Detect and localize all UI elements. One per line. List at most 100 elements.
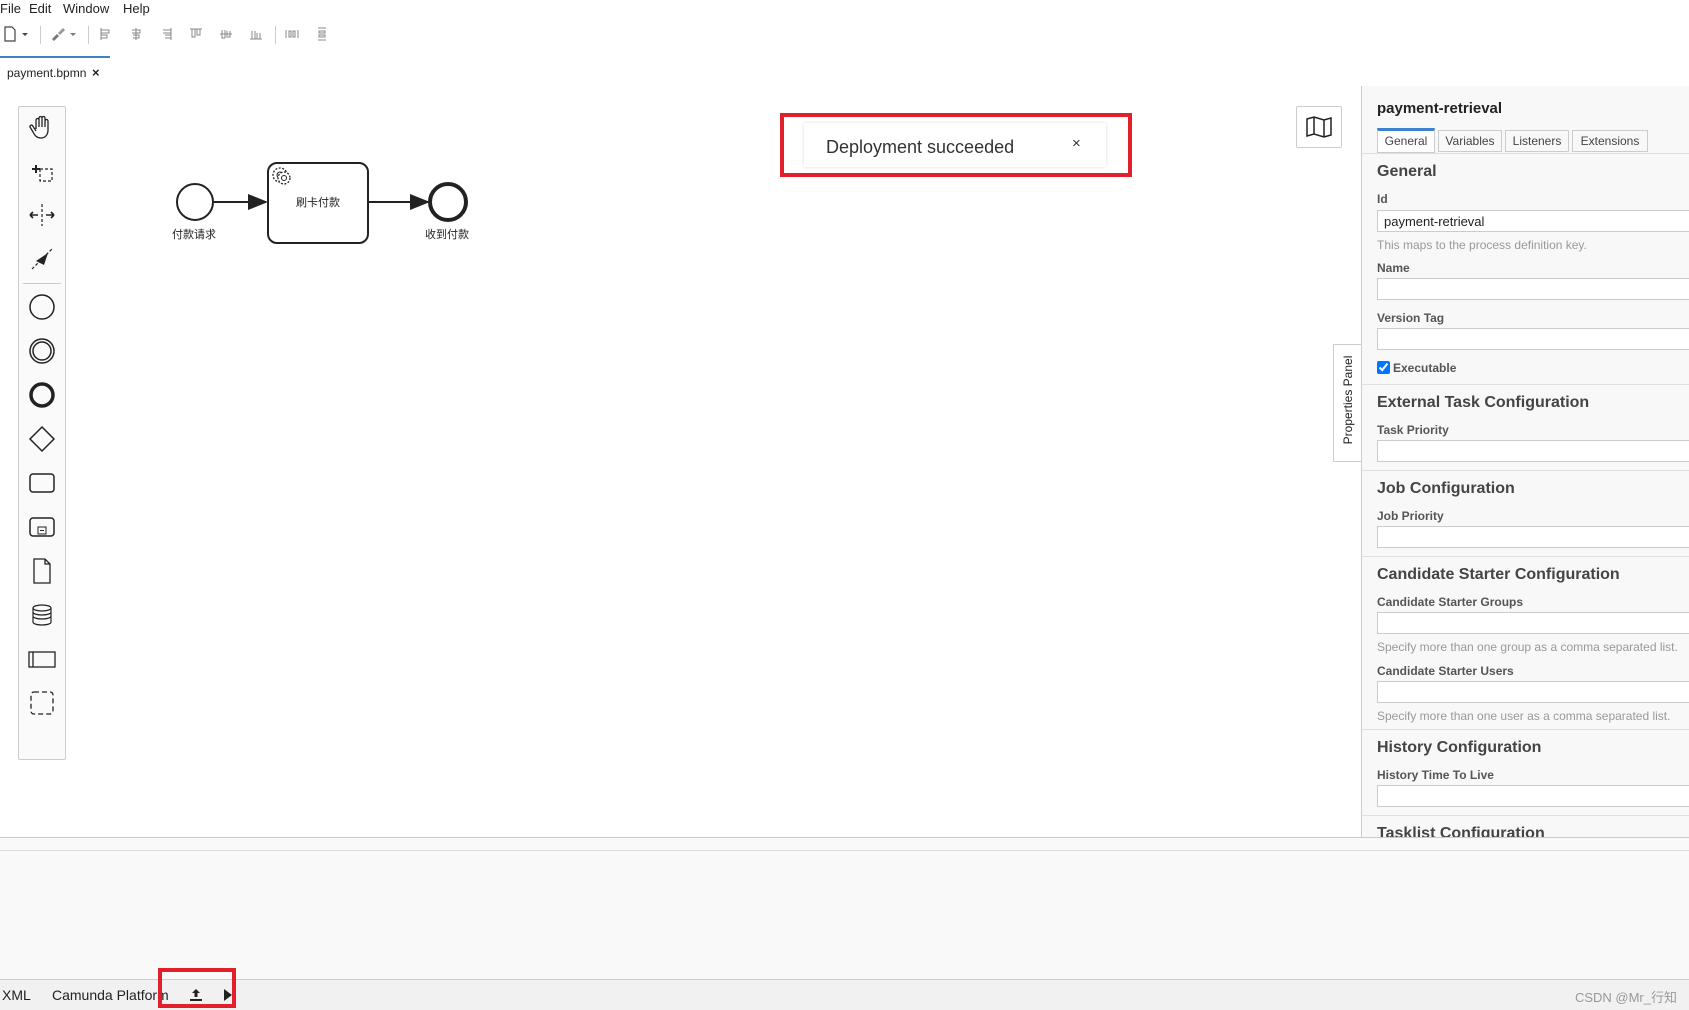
align-bottom-icon[interactable]: [248, 26, 264, 42]
color-brush-icon[interactable]: [50, 26, 66, 42]
tab-extensions[interactable]: Extensions: [1572, 130, 1648, 152]
history-ttl-label: History Time To Live: [1377, 768, 1494, 782]
align-middle-icon[interactable]: [218, 26, 234, 42]
id-hint: This maps to the process definition key.: [1377, 238, 1587, 252]
map-icon: [1306, 116, 1332, 138]
log-panel: [0, 837, 1689, 980]
platform-label: Camunda Platform: [52, 987, 169, 1003]
job-priority-label: Job Priority: [1377, 509, 1444, 523]
toolbar-separator: [40, 26, 41, 44]
subprocess-tool-icon[interactable]: [26, 511, 58, 543]
new-file-dropdown-icon[interactable]: [20, 26, 30, 42]
toolbar-separator: [88, 26, 89, 44]
notification-highlight: Deployment succeeded ×: [780, 113, 1132, 177]
properties-panel-toggle-label: Properties Panel: [1341, 355, 1355, 445]
menu-window[interactable]: Window: [63, 1, 109, 16]
properties-divider: [1362, 815, 1689, 816]
candidate-groups-label: Candidate Starter Groups: [1377, 595, 1524, 609]
notification-close-icon[interactable]: ×: [1072, 135, 1081, 152]
gateway-tool-icon[interactable]: [26, 423, 58, 455]
new-file-icon[interactable]: [2, 26, 18, 42]
candidate-users-hint: Specify more than one user as a comma se…: [1377, 709, 1671, 723]
start-event-label: 付款请求: [172, 229, 216, 241]
properties-divider: [1362, 384, 1689, 385]
task-priority-label: Task Priority: [1377, 423, 1449, 437]
align-top-icon[interactable]: [188, 26, 204, 42]
toolbar-separator: [275, 26, 276, 44]
tab-close-icon[interactable]: ×: [92, 65, 100, 80]
space-tool-icon[interactable]: [26, 199, 58, 231]
task-tool-icon[interactable]: [26, 467, 58, 499]
minimap-toggle-button[interactable]: [1296, 106, 1342, 148]
xml-toggle[interactable]: XML: [2, 987, 31, 1003]
status-bar: XML Camunda Platform CSDN @Mr_行知: [0, 979, 1689, 1010]
history-heading: History Configuration: [1377, 739, 1542, 756]
start-event-tool-icon[interactable]: [26, 291, 58, 323]
executable-label: Executable: [1393, 361, 1457, 375]
align-center-icon[interactable]: [128, 26, 144, 42]
candidate-users-input[interactable]: [1377, 681, 1689, 703]
end-event-label: 收到付款: [425, 229, 469, 241]
color-dropdown-icon[interactable]: [68, 26, 78, 42]
tab-general[interactable]: General: [1377, 128, 1435, 153]
group-tool-icon[interactable]: [26, 687, 58, 719]
distribute-vertical-icon[interactable]: [314, 26, 330, 42]
id-input[interactable]: payment-retrieval: [1377, 210, 1689, 232]
menu-bar: File Edit Window Help: [0, 0, 1689, 18]
data-object-tool-icon[interactable]: [26, 555, 58, 587]
name-input[interactable]: [1377, 278, 1689, 300]
executable-checkbox-row[interactable]: Executable: [1377, 361, 1456, 375]
data-store-tool-icon[interactable]: [26, 599, 58, 631]
properties-tabs: General Variables Listeners Extensions: [1377, 128, 1677, 153]
end-event[interactable]: [428, 182, 468, 222]
end-event-tool-icon[interactable]: [26, 379, 58, 411]
start-event[interactable]: [176, 183, 214, 221]
intermediate-event-tool-icon[interactable]: [26, 335, 58, 367]
palette-separator: [23, 283, 61, 284]
lasso-tool-icon[interactable]: [26, 155, 58, 187]
job-heading: Job Configuration: [1377, 480, 1515, 497]
job-priority-input[interactable]: [1377, 526, 1689, 548]
tab-variables[interactable]: Variables: [1438, 130, 1502, 152]
notification-text: Deployment succeeded: [826, 137, 1015, 157]
executable-checkbox[interactable]: [1377, 361, 1390, 374]
external-task-heading: External Task Configuration: [1377, 394, 1590, 411]
name-label: Name: [1377, 261, 1410, 275]
id-label: Id: [1377, 192, 1388, 206]
tab-bar: payment.bpmn ×: [0, 56, 1689, 88]
toolbar: [0, 22, 1689, 46]
menu-edit[interactable]: Edit: [29, 1, 51, 16]
pool-tool-icon[interactable]: [26, 643, 58, 675]
tasklist-heading: Tasklist Configuration: [1377, 825, 1545, 837]
global-connect-tool-icon[interactable]: [26, 243, 58, 275]
candidate-users-label: Candidate Starter Users: [1377, 664, 1514, 678]
properties-divider: [1362, 153, 1689, 154]
properties-title: payment-retrieval: [1377, 100, 1503, 117]
diagram-canvas[interactable]: 付款请求 刷卡付款 收到付款: [0, 86, 1361, 837]
version-tag-label: Version Tag: [1377, 311, 1445, 325]
bpmn-diagram: [176, 162, 468, 244]
align-left-icon[interactable]: [98, 26, 114, 42]
version-tag-input[interactable]: [1377, 328, 1689, 350]
candidate-groups-hint: Specify more than one group as a comma s…: [1377, 640, 1678, 654]
deploy-highlight: [158, 968, 236, 1008]
align-right-icon[interactable]: [158, 26, 174, 42]
watermark: CSDN @Mr_行知: [1574, 990, 1677, 1005]
properties-divider: [1362, 729, 1689, 730]
log-divider: [0, 850, 1689, 851]
tab-payment-bpmn[interactable]: payment.bpmn ×: [0, 56, 110, 88]
candidate-groups-input[interactable]: [1377, 612, 1689, 634]
service-task-label: 刷卡付款: [296, 197, 340, 209]
general-heading: General: [1377, 163, 1437, 180]
task-priority-input[interactable]: [1377, 440, 1689, 462]
properties-divider: [1362, 470, 1689, 471]
distribute-horizontal-icon[interactable]: [284, 26, 300, 42]
properties-divider: [1362, 556, 1689, 557]
properties-panel-toggle[interactable]: Properties Panel: [1333, 344, 1361, 462]
history-ttl-input[interactable]: [1377, 785, 1689, 807]
hand-tool-icon[interactable]: [26, 111, 58, 143]
menu-help[interactable]: Help: [123, 1, 150, 16]
deployment-notification: Deployment succeeded ×: [804, 123, 1106, 167]
tab-listeners[interactable]: Listeners: [1505, 130, 1569, 152]
menu-file[interactable]: File: [0, 1, 21, 16]
